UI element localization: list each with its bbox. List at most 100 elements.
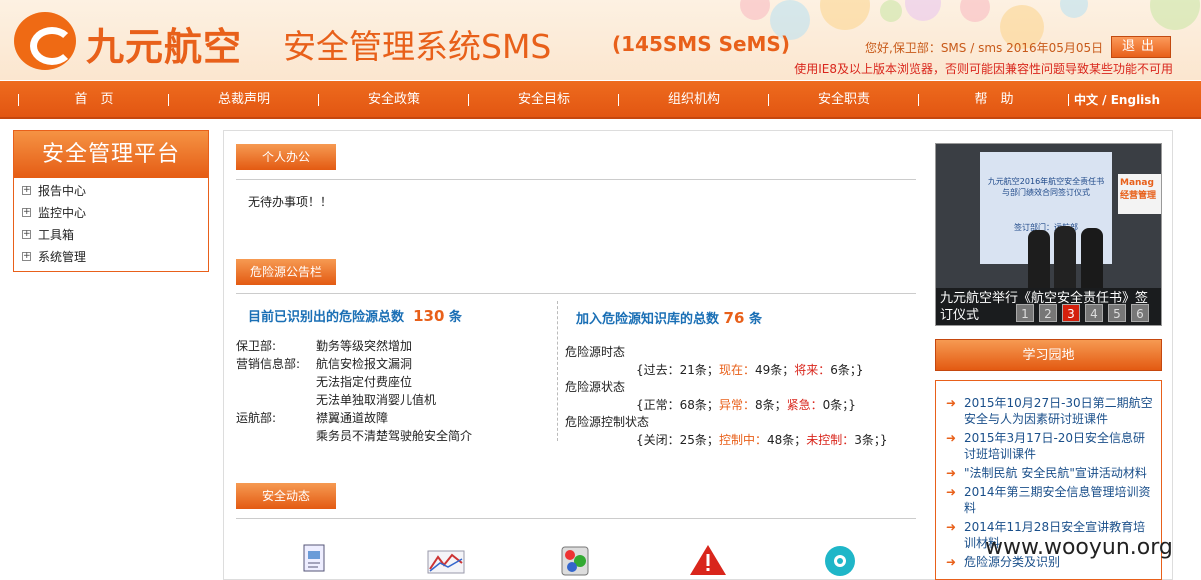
expand-icon[interactable]: + — [22, 186, 31, 195]
study-link[interactable]: 2015年10月27日-30日第二期航空安全与人为因素研讨班课件 — [946, 395, 1153, 427]
expand-icon[interactable]: + — [22, 208, 31, 217]
hazard-link[interactable]: 无法指定付费座位 — [316, 373, 436, 391]
identified-label: 目前已识别出的危险源总数 — [248, 310, 405, 325]
slide-page-1[interactable]: 1 — [1016, 304, 1034, 322]
nav-home[interactable]: 首 页 — [19, 81, 169, 119]
urgent-label: 紧急： — [786, 398, 823, 412]
hazard-time-label: 危险源时态 — [565, 345, 626, 359]
todo-message: 无待办事项！！ — [248, 195, 333, 209]
hazard-control-label: 危险源控制状态 — [565, 415, 650, 429]
nav-safety-policy[interactable]: 安全政策 — [319, 81, 469, 119]
kb-count[interactable]: 76 — [724, 309, 745, 327]
sidebar-item-toolbox[interactable]: + 工具箱 — [14, 224, 208, 246]
tab-hazard-board[interactable]: 危险源公告栏 — [236, 259, 336, 285]
sidebar-item-label: 系统管理 — [38, 250, 87, 264]
toolbox-icon[interactable] — [556, 541, 596, 577]
sidebar: 安全管理平台 + 报告中心 + 监控中心 + 工具箱 + 系统管理 — [13, 130, 209, 272]
normal-label: 正常： — [643, 398, 680, 412]
dept-name: 营销信息部: — [236, 357, 301, 371]
sidebar-item-label: 监控中心 — [38, 206, 87, 220]
hazard-link[interactable]: 航信安检报文漏洞 — [316, 355, 436, 373]
expand-icon[interactable]: + — [22, 230, 31, 239]
tab-safety-news[interactable]: 安全动态 — [236, 483, 336, 509]
nav-separator — [1068, 94, 1069, 106]
identified-count[interactable]: 130 — [413, 307, 444, 325]
sidebar-item-system-management[interactable]: + 系统管理 — [14, 246, 208, 268]
hazard-control-stats: {关闭：25条；控制中：48条；未控制：3条；} — [636, 433, 888, 447]
kb-unit: 条 — [748, 312, 762, 327]
divider — [236, 179, 916, 180]
nav-safety-goals[interactable]: 安全目标 — [469, 81, 619, 119]
company-logo-text: 九元航空 — [86, 25, 243, 69]
hazard-link[interactable]: 勤务等级突然增加 — [316, 337, 412, 355]
gear-settings-icon[interactable] — [820, 541, 860, 577]
person-figure — [1028, 230, 1050, 288]
screen-title: 九元航空2016年航空安全责任书与部门绩效合同签订仪式 — [987, 177, 1105, 197]
hazard-link[interactable]: 襟翼通道故障 — [316, 409, 472, 427]
logo-icon — [14, 12, 76, 70]
sidebar-item-label: 报告中心 — [38, 184, 87, 198]
hazard-state-label: 危险源状态 — [565, 380, 626, 394]
slide-page-2[interactable]: 2 — [1039, 304, 1057, 322]
study-link[interactable]: 2015年3月17日-20日安全信息研讨班培训课件 — [946, 430, 1153, 462]
urgent-count[interactable]: 0条； — [823, 398, 849, 412]
identified-hazards-summary: 目前已识别出的危险源总数 130 条 — [248, 306, 462, 325]
past-count[interactable]: 21条； — [680, 363, 719, 377]
trend-chart-icon[interactable] — [426, 541, 466, 577]
slide-page-5[interactable]: 5 — [1108, 304, 1126, 322]
identified-unit: 条 — [448, 310, 462, 325]
expand-icon[interactable]: + — [22, 252, 31, 261]
person-figure — [1054, 226, 1076, 288]
dept-hazard-list: 襟翼通道故障 乘务员不清楚驾驶舱安全简介 — [316, 409, 472, 445]
slide-page-4[interactable]: 4 — [1085, 304, 1103, 322]
abnormal-count[interactable]: 8条； — [755, 398, 787, 412]
nav-help[interactable]: 帮 助 — [919, 81, 1069, 119]
sidebar-item-monitor-center[interactable]: + 监控中心 — [14, 202, 208, 224]
normal-count[interactable]: 68条； — [680, 398, 719, 412]
warning-icon[interactable] — [688, 541, 728, 577]
uncontrolled-count[interactable]: 3条； — [854, 433, 880, 447]
language-switch[interactable]: 中文 / English — [1074, 81, 1160, 119]
banner-stand: Manag 经营管理 — [1118, 174, 1161, 214]
system-subtitle: (145SMS SeMS) — [612, 32, 790, 56]
nav-president-statement[interactable]: 总裁声明 — [169, 81, 319, 119]
hazard-link[interactable]: 无法单独取消婴儿值机 — [316, 391, 436, 409]
future-label: 将来： — [794, 363, 831, 377]
hazard-time-stats: {过去：21条；现在：49条；将来：6条；} — [636, 363, 864, 377]
nav-organization[interactable]: 组织机构 — [619, 81, 769, 119]
dept-name: 保卫部: — [236, 339, 277, 353]
study-link[interactable]: "法制民航 安全民航"宣讲活动材料 — [946, 465, 1153, 481]
main-nav: 首 页 总裁声明 安全政策 安全目标 组织机构 安全职责 帮 助 中文 / En… — [0, 81, 1201, 119]
sidebar-item-report-center[interactable]: + 报告中心 — [14, 180, 208, 202]
dept-hazard-list: 航信安检报文漏洞 无法指定付费座位 无法单独取消婴儿值机 — [316, 355, 436, 409]
slide-page-3[interactable]: 3 — [1062, 304, 1080, 322]
system-title: 安全管理系统SMS — [283, 27, 552, 66]
logout-button[interactable]: 退出 — [1111, 36, 1171, 58]
report-document-icon[interactable] — [296, 541, 336, 577]
controlling-label: 控制中： — [718, 433, 767, 447]
kb-label: 加入危险源知识库的总数 — [576, 312, 720, 327]
person-figure — [1081, 228, 1103, 288]
browser-notice: 使用IE8及以上版本浏览器，否则可能因兼容性问题导致某些功能不可用 — [794, 62, 1173, 76]
future-count[interactable]: 6条； — [830, 363, 856, 377]
study-area-title[interactable]: 学习园地 — [935, 339, 1162, 371]
uncontrolled-label: 未控制： — [806, 433, 855, 447]
hazard-state-stats: {正常：68条；异常：8条；紧急：0条；} — [636, 398, 856, 412]
sidebar-item-label: 工具箱 — [38, 228, 75, 242]
hazard-link[interactable]: 乘务员不清楚驾驶舱安全简介 — [316, 427, 472, 445]
now-label: 现在： — [718, 363, 755, 377]
study-link[interactable]: 2014年第三期安全信息管理培训资料 — [946, 484, 1153, 516]
tab-personal-office[interactable]: 个人办公 — [236, 144, 336, 170]
divider — [236, 518, 916, 519]
knowledge-base-summary: 加入危险源知识库的总数 76 条 — [576, 308, 762, 327]
news-slideshow[interactable]: 九元航空2016年航空安全责任书与部门绩效合同签订仪式 签订部门：运航部 Man… — [935, 143, 1162, 326]
abnormal-label: 异常： — [718, 398, 755, 412]
now-count[interactable]: 49条； — [755, 363, 794, 377]
controlling-count[interactable]: 48条； — [767, 433, 806, 447]
closed-count[interactable]: 25条； — [680, 433, 719, 447]
nav-safety-duties[interactable]: 安全职责 — [769, 81, 919, 119]
closed-label: 关闭： — [643, 433, 680, 447]
slide-page-6[interactable]: 6 — [1131, 304, 1149, 322]
header: 九元航空 安全管理系统SMS (145SMS SeMS) 您好,保卫部：SMS … — [0, 0, 1201, 80]
divider — [236, 293, 916, 294]
